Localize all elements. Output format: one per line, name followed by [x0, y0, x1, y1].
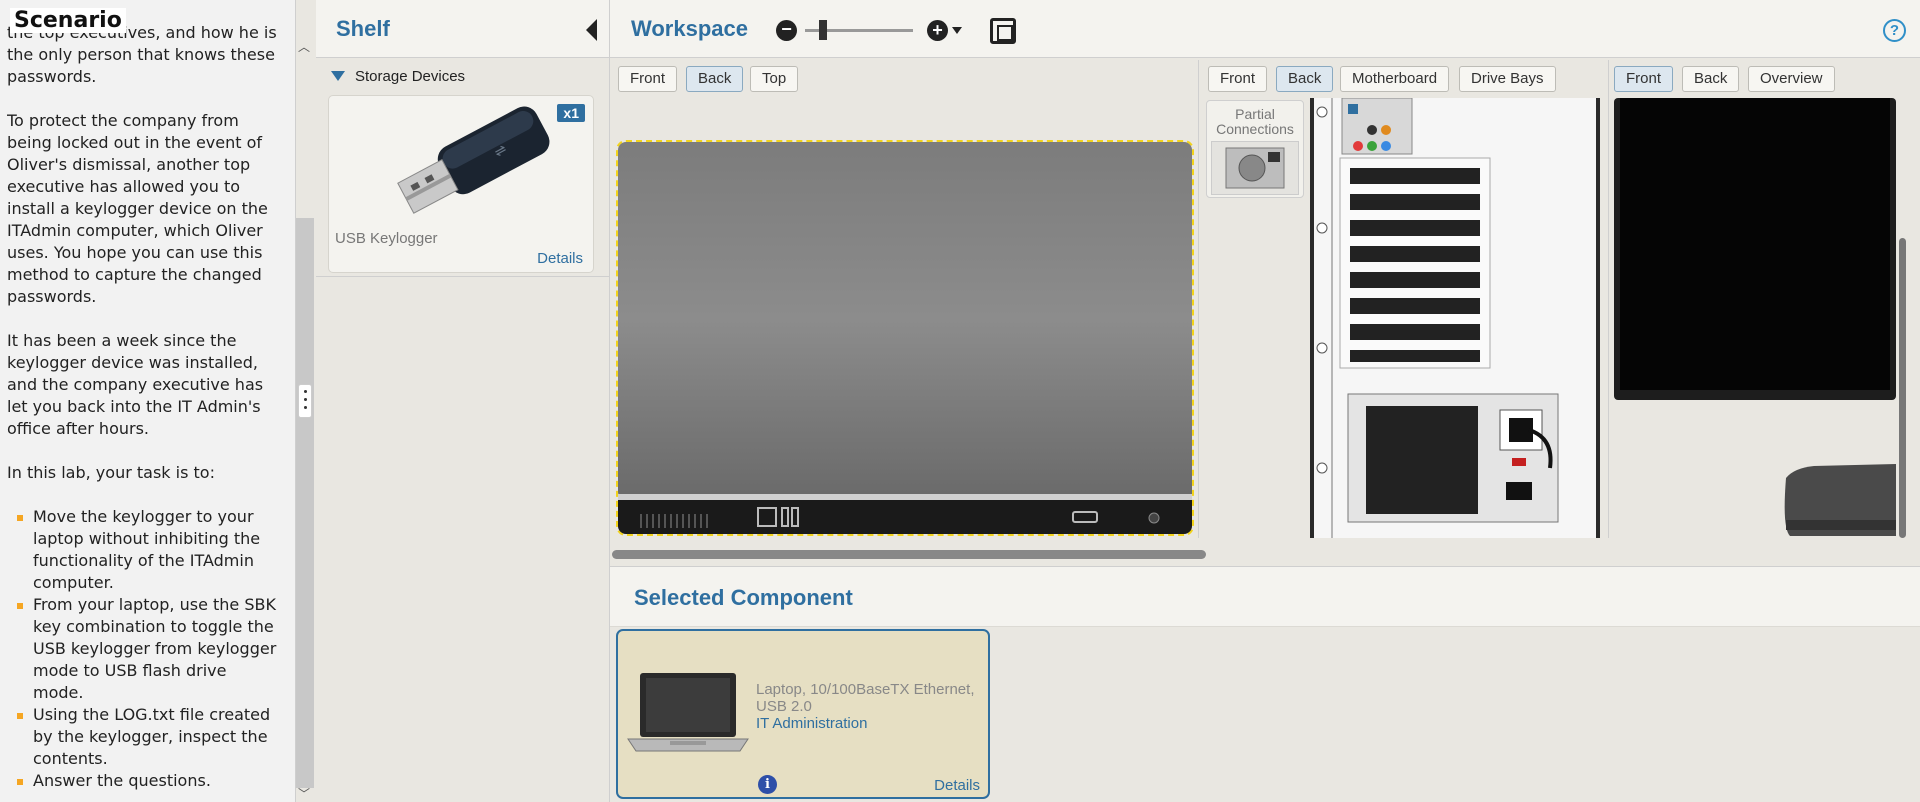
scenario-paragraph: It has been a week since the keylogger d… [7, 331, 264, 438]
shelf-title: Shelf [336, 16, 390, 41]
storage-group-label: Storage Devices [355, 68, 466, 85]
task-item: From your laptop, use the SBK key combin… [15, 594, 277, 704]
component-location: IT Administration [756, 715, 868, 732]
monitor-front-button[interactable]: Front [1614, 66, 1674, 92]
view-separator [1198, 60, 1199, 538]
monitor-front-view[interactable] [1614, 98, 1904, 538]
fit-to-screen-icon[interactable] [990, 18, 1016, 44]
workspace-title: Workspace [631, 16, 748, 41]
component-details-link[interactable]: Details [934, 777, 980, 794]
selected-laptop-card[interactable]: Laptop, 10/100BaseTX Ethernet, USB 2.0 I… [616, 629, 990, 799]
workspace-header: Workspace − + ? [610, 0, 1920, 58]
selected-component-header: Selected Component [610, 567, 1920, 627]
laptop-back-image [618, 142, 1192, 534]
pc-back-button[interactable]: Back [1276, 66, 1334, 92]
shelf-divider [316, 276, 610, 277]
task-item: Answer the questions. [15, 770, 277, 792]
task-item: Using the LOG.txt file created by the ke… [15, 704, 277, 770]
monitor-overview-button[interactable]: Overview [1748, 66, 1835, 92]
laptop-back-button[interactable]: Back [686, 66, 744, 92]
shelf-panel: Shelf Storage Devices ⇌ x1 USB Keylogger [316, 0, 610, 802]
zoom-dropdown-icon[interactable] [952, 27, 962, 34]
monitor-front-image [1614, 98, 1896, 536]
view-separator [1608, 60, 1609, 538]
device-name: USB Keylogger [335, 230, 438, 247]
pc-front-button[interactable]: Front [1208, 66, 1268, 92]
usb-keylogger-card[interactable]: ⇌ x1 USB Keylogger Details [328, 95, 594, 273]
laptop-front-button[interactable]: Front [618, 66, 678, 92]
device-details-link[interactable]: Details [537, 250, 583, 267]
scenario-paragraph: To protect the company from being locked… [7, 111, 268, 306]
task-list: Move the keylogger to your laptop withou… [15, 506, 277, 792]
scenario-panel: Scenario the top executives, and how he … [0, 0, 314, 802]
info-icon[interactable]: i [758, 775, 777, 794]
zoom-slider-handle[interactable] [819, 20, 827, 40]
panel-splitter-handle[interactable] [298, 384, 312, 418]
collapse-left-icon[interactable] [586, 19, 597, 41]
laptop-thumbnail [627, 673, 749, 752]
monitor-back-button[interactable]: Back [1682, 66, 1740, 92]
scroll-up-icon[interactable]: ︿ [298, 38, 310, 55]
partial-connections[interactable]: Partial Connections [1206, 100, 1304, 198]
usb-keylogger-image: ⇌ [397, 106, 550, 214]
help-icon[interactable]: ? [1883, 19, 1906, 42]
pc-drive-bays-button[interactable]: Drive Bays [1459, 66, 1556, 92]
scenario-scrollbar[interactable] [296, 218, 314, 788]
component-description: Laptop, 10/100BaseTX Ethernet, USB 2.0 [756, 681, 975, 715]
workspace-horizontal-scrollbar[interactable] [612, 550, 1206, 559]
selected-component-title: Selected Component [634, 585, 853, 610]
zoom-in-icon[interactable]: + [927, 20, 948, 41]
selected-component-panel: Selected Component Laptop, 10/100BaseTX … [610, 566, 1920, 802]
pc-back-view[interactable] [1310, 98, 1600, 538]
scenario-paragraph: In this lab, your task is to: [7, 463, 215, 482]
pc-tower-back-image [1314, 98, 1596, 538]
laptop-top-button[interactable]: Top [750, 66, 799, 92]
zoom-out-icon[interactable]: − [776, 20, 797, 41]
workspace-panel: Workspace − + ? Front Back Top Front Bac… [610, 0, 1920, 562]
partial-connections-label: Partial Connections [1216, 106, 1294, 137]
pc-motherboard-button[interactable]: Motherboard [1340, 66, 1450, 92]
scenario-title: Scenario [10, 8, 126, 33]
expand-triangle-icon[interactable] [331, 71, 345, 81]
scroll-down-icon[interactable]: ﹀ [298, 785, 310, 802]
shelf-header: Shelf [316, 0, 609, 58]
storage-devices-group[interactable]: Storage Devices [331, 68, 465, 85]
workspace-vertical-scrollbar[interactable] [1899, 238, 1906, 538]
scenario-text: the top executives, and how he is the on… [7, 22, 277, 794]
task-item: Move the keylogger to your laptop withou… [15, 506, 277, 594]
quantity-badge: x1 [557, 104, 585, 122]
laptop-back-view[interactable] [616, 140, 1194, 536]
power-supply-thumbnail [1211, 141, 1299, 195]
